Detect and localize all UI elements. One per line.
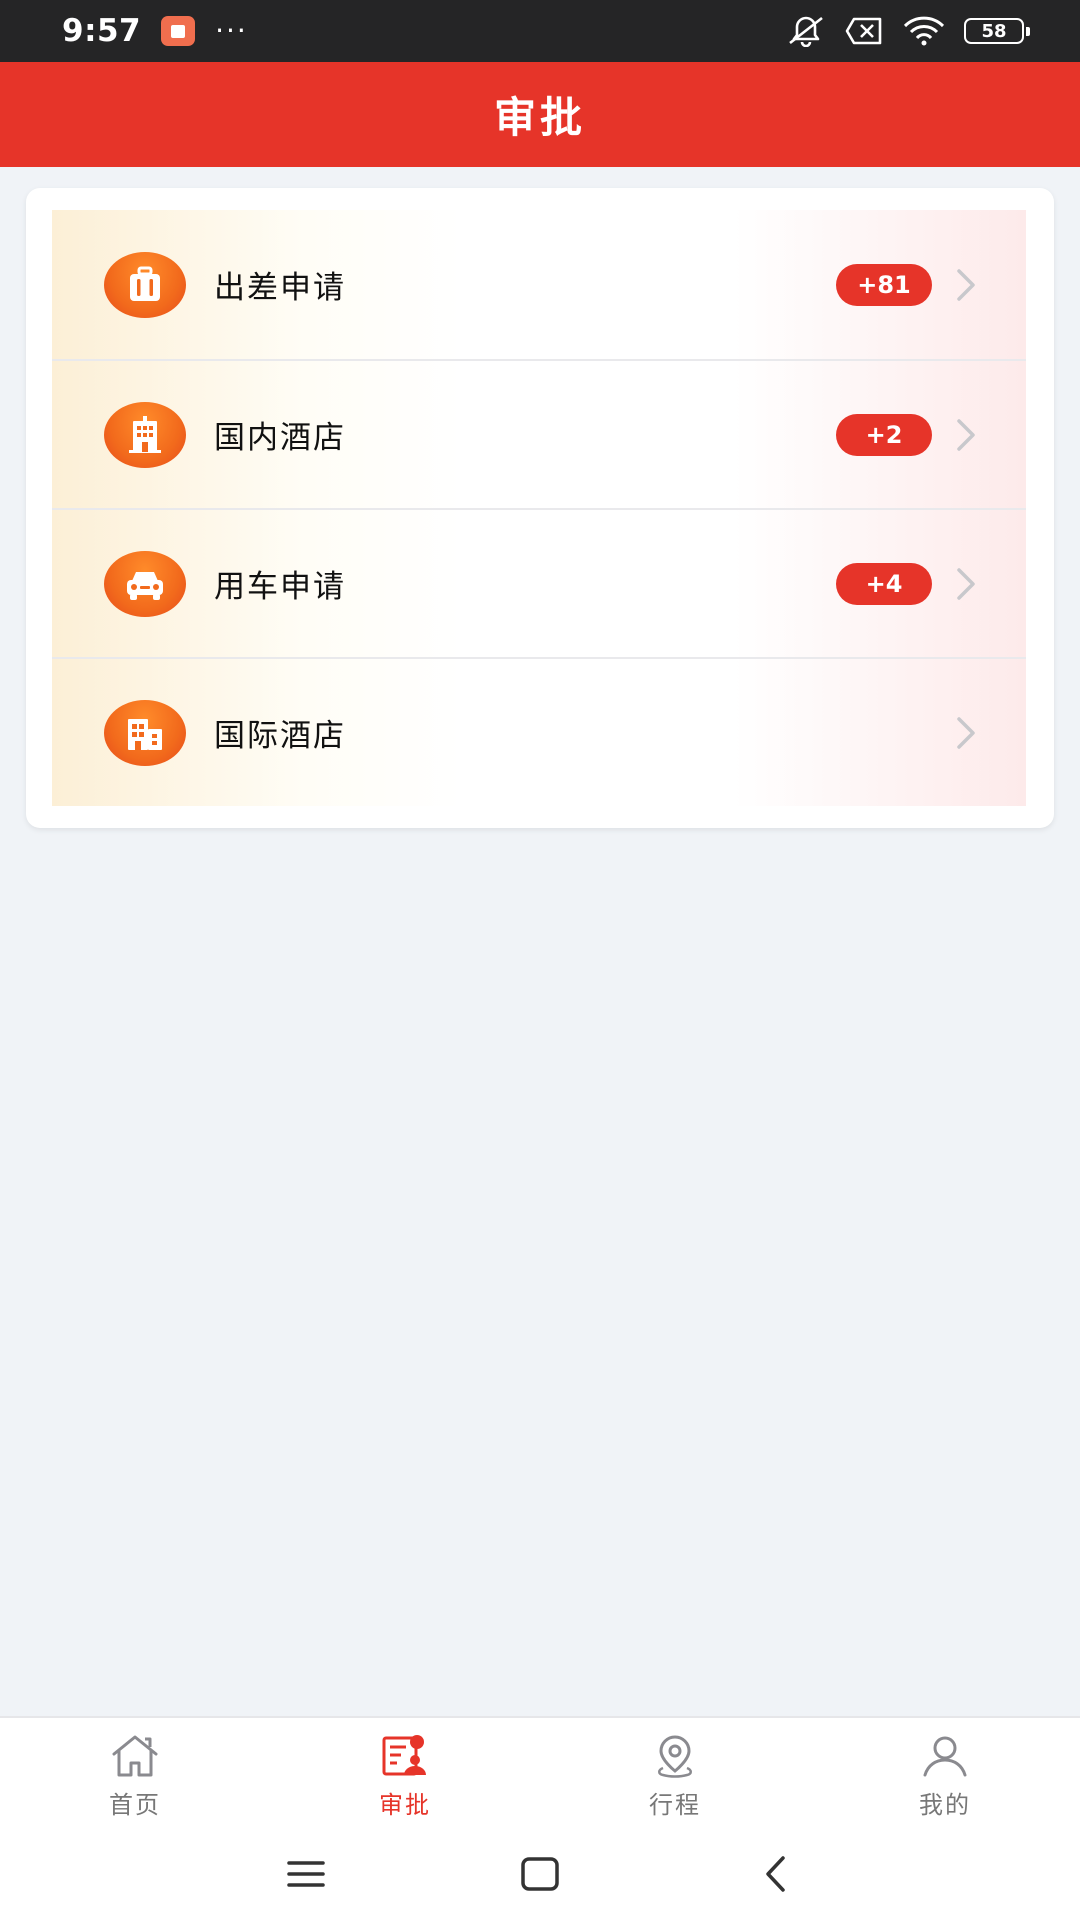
hotel-icon — [104, 401, 186, 468]
menu-item-label: 出差申请 — [214, 270, 346, 306]
bottom-tab-bar: 首页 审批 行程 我的 — [0, 1716, 1080, 1834]
chevron-right-icon — [957, 567, 975, 600]
menu-item-label: 用车申请 — [214, 569, 346, 605]
location-icon — [658, 1734, 692, 1778]
car-icon — [104, 550, 186, 617]
approval-card: 出差申请 +81 国内酒店 +2 用车申请 +4 国际酒店 — [26, 188, 1054, 828]
tab-label: 我的 — [919, 1790, 971, 1819]
approval-icon — [382, 1734, 426, 1775]
menu-item-label: 国际酒店 — [214, 718, 346, 754]
building-icon — [104, 699, 186, 766]
tab-label: 首页 — [109, 1790, 161, 1819]
count-badge: +2 — [836, 413, 932, 456]
status-left: 9:57 ··· — [62, 13, 248, 49]
wifi-icon — [903, 16, 945, 46]
mute-bell-icon — [789, 16, 823, 47]
tab-label: 行程 — [649, 1790, 701, 1819]
user-icon — [923, 1736, 967, 1776]
menu-item-car-request[interactable]: 用车申请 +4 — [52, 508, 1026, 657]
back-icon[interactable] — [756, 1854, 796, 1894]
system-nav-bar — [0, 1834, 1080, 1920]
menu-item-right: +4 — [836, 510, 978, 657]
count-badge: +81 — [836, 263, 932, 306]
menu-icon[interactable] — [286, 1854, 326, 1894]
count-badge: +4 — [836, 562, 932, 605]
app-header: 审批 — [0, 62, 1080, 167]
page-title: 审批 — [493, 93, 586, 142]
luggage-icon — [104, 251, 186, 318]
status-right: 58 — [786, 15, 1030, 47]
tab-approval[interactable]: 审批 — [270, 1718, 540, 1834]
tab-home[interactable]: 首页 — [0, 1718, 270, 1834]
home-icon — [112, 1735, 158, 1776]
status-time: 9:57 — [62, 13, 142, 49]
menu-item-travel-request[interactable]: 出差申请 +81 — [52, 210, 1026, 359]
chevron-right-icon — [957, 268, 975, 301]
menu-item-label: 国内酒店 — [214, 420, 346, 456]
battery-icon: 58 — [964, 18, 1030, 44]
menu-item-domestic-hotel[interactable]: 国内酒店 +2 — [52, 359, 1026, 508]
menu-item-right: +2 — [836, 361, 978, 508]
more-notifications-icon: ··· — [215, 14, 248, 47]
no-sim-icon — [845, 17, 882, 45]
tab-label: 审批 — [379, 1790, 431, 1819]
status-bar: 9:57 ··· 58 — [0, 0, 1080, 62]
tab-mine[interactable]: 我的 — [810, 1718, 1080, 1834]
tab-itinerary[interactable]: 行程 — [540, 1718, 810, 1834]
approval-menu-list: 出差申请 +81 国内酒店 +2 用车申请 +4 国际酒店 — [52, 210, 1026, 806]
chevron-right-icon — [957, 716, 975, 749]
menu-item-right: +81 — [836, 210, 978, 359]
menu-item-international-hotel[interactable]: 国际酒店 — [52, 657, 1026, 806]
menu-item-right — [954, 659, 978, 806]
app-notification-icon — [161, 16, 196, 46]
chevron-right-icon — [957, 418, 975, 451]
home-button-icon[interactable] — [520, 1854, 560, 1894]
